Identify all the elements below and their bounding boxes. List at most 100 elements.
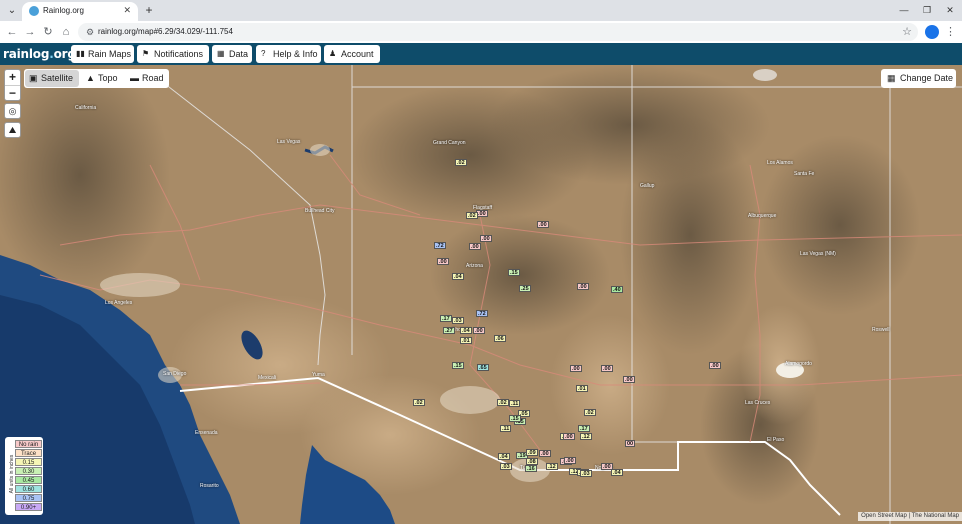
tab-title: Rainlog.org — [43, 6, 84, 15]
rain-gauge-marker[interactable]: .03 — [452, 317, 464, 324]
address-bar[interactable]: ⚙ rainlog.org/map#6.29/34.029/-111.754 ☆ — [78, 23, 918, 41]
rain-gauge-marker[interactable]: .72 — [434, 242, 446, 249]
profile-avatar-icon[interactable] — [925, 25, 939, 39]
rain-gauge-marker[interactable]: .00 — [563, 433, 575, 440]
calendar-icon: ▦ — [887, 73, 896, 83]
url-text[interactable]: rainlog.org/map#6.29/34.029/-111.754 — [98, 26, 233, 38]
new-tab-button[interactable]: + — [142, 2, 156, 18]
rain-gauge-marker[interactable]: .04 — [611, 469, 623, 476]
rain-gauge-marker[interactable]: .08 — [526, 458, 538, 465]
place-label: San Diego — [163, 371, 187, 377]
rain-gauge-marker[interactable]: .11 — [509, 400, 521, 407]
rain-gauge-marker[interactable]: .16 — [525, 465, 537, 472]
rain-gauge-marker[interactable]: .00 — [623, 376, 635, 383]
rain-gauge-marker[interactable]: .03 — [580, 470, 592, 477]
zoom-in-button[interactable]: + — [5, 70, 20, 85]
place-label: Gallup — [640, 183, 655, 189]
rain-gauge-marker[interactable]: .09 — [526, 449, 538, 456]
rain-gauge-marker[interactable]: .01 — [460, 337, 472, 344]
nav-rain-maps-button[interactable]: ▮▮ Rain Maps — [71, 45, 134, 63]
rain-gauge-marker[interactable]: .02 — [466, 212, 478, 219]
rain-gauge-marker[interactable]: .15 — [509, 415, 521, 422]
rain-gauge-marker[interactable]: .04 — [460, 327, 472, 334]
rain-gauge-marker[interactable]: .65 — [477, 364, 489, 371]
rain-gauge-marker[interactable]: .72 — [476, 310, 488, 317]
rain-gauge-marker[interactable]: .00 — [437, 258, 449, 265]
rain-gauge-marker[interactable]: .40 — [611, 286, 623, 293]
map-attribution[interactable]: Open Street Map | The National Map — [858, 512, 962, 521]
browser-toolbar: ← → ↻ ⌂ ⚙ rainlog.org/map#6.29/34.029/-1… — [0, 21, 962, 43]
rain-gauge-marker[interactable]: .17 — [578, 425, 590, 432]
tab-close-icon[interactable]: ✕ — [123, 4, 131, 17]
rain-gauge-marker[interactable]: .02 — [455, 159, 467, 166]
minimize-button[interactable]: — — [896, 3, 912, 17]
nav-help-button[interactable]: ? Help & Info — [256, 45, 321, 63]
place-label: Grand Canyon — [433, 140, 466, 146]
rainlog-favicon-icon — [29, 6, 39, 16]
rain-gauge-marker[interactable]: .00 — [709, 362, 721, 369]
rain-map[interactable]: California Las Vegas Bullhead City Flags… — [0, 65, 962, 524]
rain-gauge-marker[interactable]: .17 — [440, 315, 452, 322]
locate-me-icon[interactable]: ◎ — [4, 103, 21, 119]
question-icon: ? — [261, 49, 266, 58]
rain-gauge-marker[interactable]: .12 — [546, 463, 558, 470]
place-label: California — [75, 105, 97, 111]
tab-search-icon[interactable]: ⌄ — [4, 3, 20, 18]
back-arrow-icon[interactable]: ← — [4, 24, 20, 40]
rain-gauge-marker[interactable]: .15 — [452, 362, 464, 369]
rain-gauge-marker[interactable]: 00 — [625, 440, 636, 447]
rain-gauge-marker[interactable]: .02 — [497, 399, 509, 406]
rain-gauge-marker[interactable]: .00 — [577, 283, 589, 290]
rain-gauge-marker[interactable]: .25 — [519, 285, 531, 292]
restore-button[interactable]: ❐ — [919, 3, 935, 17]
rain-gauge-marker[interactable]: .12 — [580, 433, 592, 440]
rain-gauge-marker[interactable]: .02 — [584, 409, 596, 416]
legend-row: Trace — [15, 449, 42, 457]
browser-tab-rainlog[interactable]: Rainlog.org ✕ — [22, 2, 138, 21]
car-icon: ▬ — [130, 73, 139, 83]
forward-arrow-icon[interactable]: → — [22, 24, 38, 40]
rain-gauge-marker[interactable]: .11 — [500, 425, 512, 432]
close-window-button[interactable]: ✕ — [942, 3, 958, 17]
site-info-icon[interactable]: ⚙ — [83, 25, 97, 39]
rain-gauge-marker[interactable]: .01 — [576, 385, 588, 392]
place-label: Ensenada — [195, 430, 218, 436]
place-label: Rosarito — [200, 483, 219, 489]
nav-account-label: Account — [341, 49, 374, 59]
rain-gauge-marker[interactable]: .00 — [601, 365, 613, 372]
place-label: Bullhead City — [305, 208, 335, 214]
rain-gauge-marker[interactable]: .02 — [413, 399, 425, 406]
legend-row: 0.45 — [15, 476, 42, 484]
browser-menu-icon[interactable]: ⋮ — [945, 24, 956, 40]
rain-gauge-marker[interactable]: .15 — [508, 269, 520, 276]
place-label: Los Angeles — [105, 300, 133, 306]
layer-satellite-button[interactable]: ▣ Satellite — [25, 70, 79, 87]
rain-gauge-marker[interactable]: .00 — [473, 327, 485, 334]
rain-gauge-marker[interactable]: .04 — [452, 273, 464, 280]
home-icon[interactable]: ⌂ — [58, 24, 74, 40]
rain-gauge-marker[interactable]: .00 — [537, 221, 549, 228]
rain-gauge-marker[interactable]: .06 — [494, 335, 506, 342]
nav-notifications-button[interactable]: ⚑ Notifications — [137, 45, 209, 63]
nav-account-button[interactable]: ♟ Account — [324, 45, 380, 63]
rainlog-logo[interactable]: rainlog.org — [3, 45, 76, 63]
rain-gauge-marker[interactable]: .00 — [539, 450, 551, 457]
rain-gauge-marker[interactable]: .00 — [570, 365, 582, 372]
layer-road-button[interactable]: ▬ Road — [126, 70, 168, 87]
change-date-button[interactable]: ▦ Change Date — [881, 69, 956, 88]
rain-gauge-marker[interactable]: .03 — [500, 463, 512, 470]
bookmark-star-icon[interactable]: ☆ — [902, 24, 912, 40]
browser-tabstrip: ⌄ Rainlog.org ✕ + — ❐ ✕ — [0, 0, 962, 21]
zoom-out-button[interactable]: − — [5, 85, 20, 100]
rain-gauge-marker[interactable]: .00 — [564, 457, 576, 464]
rain-gauge-marker[interactable]: .27 — [443, 327, 455, 334]
legend-row: 0.30 — [15, 467, 42, 475]
nav-data-button[interactable]: ▦ Data — [212, 45, 252, 63]
rain-gauge-marker[interactable]: .04 — [498, 453, 510, 460]
rain-gauge-marker[interactable]: .00 — [469, 243, 481, 250]
rain-gauge-marker[interactable]: .00 — [480, 235, 492, 242]
rain-gauge-marker[interactable]: .00 — [476, 210, 488, 217]
reload-icon[interactable]: ↻ — [40, 24, 56, 40]
terrain-icon[interactable]: ⛰ — [4, 122, 21, 138]
layer-topo-button[interactable]: ▲ Topo — [82, 70, 122, 87]
